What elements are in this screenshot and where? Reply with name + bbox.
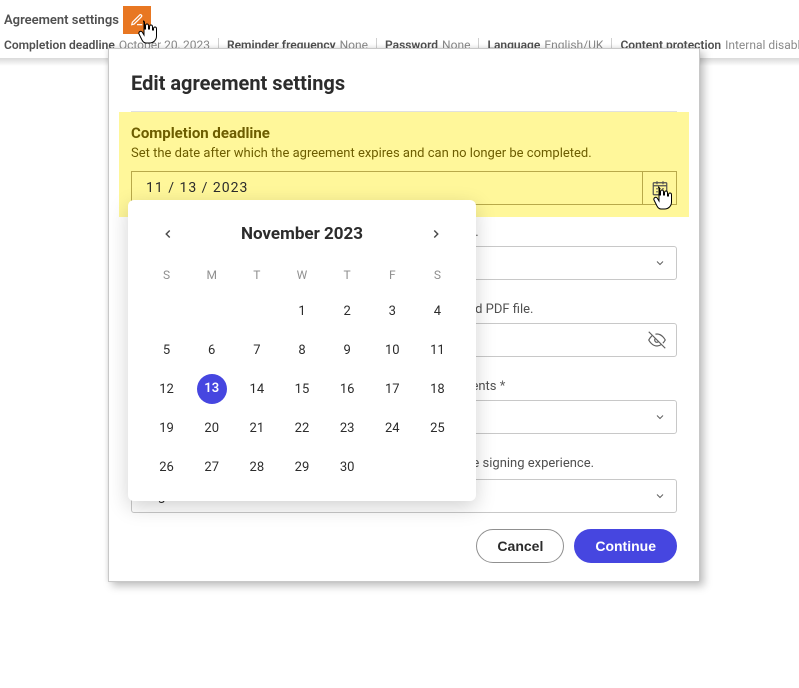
calendar-day[interactable]: 27 bbox=[191, 452, 232, 483]
calendar-day[interactable]: 29 bbox=[281, 452, 322, 483]
calendar-popup: November 2023 SMTWTFS1234567891011121314… bbox=[128, 200, 476, 501]
calendar-dow: T bbox=[236, 262, 277, 288]
chevron-down-icon bbox=[654, 257, 666, 269]
calendar-day[interactable]: 3 bbox=[372, 296, 413, 327]
chevron-down-icon bbox=[654, 490, 666, 502]
calendar-day[interactable]: 24 bbox=[372, 413, 413, 444]
edit-settings-button[interactable] bbox=[123, 6, 151, 34]
calendar-dow: S bbox=[417, 262, 458, 288]
calendar-grid: SMTWTFS123456789101112131415161718192021… bbox=[146, 262, 458, 483]
header-bar: Agreement settings Completion deadline O… bbox=[0, 0, 799, 54]
calendar-prev-button[interactable] bbox=[156, 222, 180, 246]
calendar-day[interactable]: 8 bbox=[281, 335, 322, 366]
cancel-button[interactable]: Cancel bbox=[476, 529, 564, 563]
calendar-day[interactable]: 5 bbox=[146, 335, 187, 366]
chevron-right-icon bbox=[429, 227, 443, 241]
calendar-month-label: November 2023 bbox=[241, 224, 363, 244]
calendar-day[interactable]: 14 bbox=[236, 374, 277, 405]
calendar-day[interactable]: 11 bbox=[417, 335, 458, 366]
calendar-day[interactable]: 22 bbox=[281, 413, 322, 444]
calendar-day[interactable]: 15 bbox=[281, 374, 322, 405]
calendar-day[interactable]: 7 bbox=[236, 335, 277, 366]
calendar-button[interactable] bbox=[642, 171, 676, 205]
calendar-day[interactable]: 10 bbox=[372, 335, 413, 366]
calendar-day[interactable]: 1 bbox=[281, 296, 322, 327]
calendar-header: November 2023 bbox=[146, 222, 458, 246]
modal-footer: Cancel Continue bbox=[109, 513, 699, 563]
pencil-icon bbox=[130, 13, 144, 27]
calendar-day[interactable]: 30 bbox=[327, 452, 368, 483]
header-title-row: Agreement settings bbox=[4, 6, 795, 34]
chevron-left-icon bbox=[161, 227, 175, 241]
calendar-dow: W bbox=[281, 262, 322, 288]
calendar-icon bbox=[651, 179, 669, 197]
continue-button[interactable]: Continue bbox=[574, 529, 677, 563]
calendar-day[interactable]: 16 bbox=[327, 374, 368, 405]
calendar-day[interactable]: 2 bbox=[327, 296, 368, 327]
calendar-dow: M bbox=[191, 262, 232, 288]
calendar-day[interactable]: 19 bbox=[146, 413, 187, 444]
calendar-dow: S bbox=[146, 262, 187, 288]
calendar-day[interactable]: 28 bbox=[236, 452, 277, 483]
calendar-dow: F bbox=[372, 262, 413, 288]
calendar-day[interactable]: 23 bbox=[327, 413, 368, 444]
modal-title: Edit agreement settings bbox=[131, 71, 677, 95]
chevron-down-icon bbox=[654, 411, 666, 423]
eye-off-icon bbox=[648, 331, 666, 349]
calendar-day[interactable]: 6 bbox=[191, 335, 232, 366]
calendar-dow: T bbox=[327, 262, 368, 288]
calendar-day[interactable]: 13 bbox=[197, 374, 227, 404]
calendar-day[interactable]: 21 bbox=[236, 413, 277, 444]
section-desc: Set the date after which the agreement e… bbox=[131, 146, 677, 161]
calendar-day[interactable]: 12 bbox=[146, 374, 187, 405]
section-title: Completion deadline bbox=[131, 124, 677, 142]
calendar-day[interactable]: 26 bbox=[146, 452, 187, 483]
date-value: 11 / 13 / 2023 bbox=[132, 180, 642, 196]
calendar-next-button[interactable] bbox=[424, 222, 448, 246]
calendar-day[interactable]: 4 bbox=[417, 296, 458, 327]
calendar-day[interactable]: 25 bbox=[417, 413, 458, 444]
calendar-day[interactable]: 17 bbox=[372, 374, 413, 405]
calendar-day[interactable]: 20 bbox=[191, 413, 232, 444]
calendar-day[interactable]: 9 bbox=[327, 335, 368, 366]
calendar-day[interactable]: 18 bbox=[417, 374, 458, 405]
page-title: Agreement settings bbox=[4, 13, 119, 28]
